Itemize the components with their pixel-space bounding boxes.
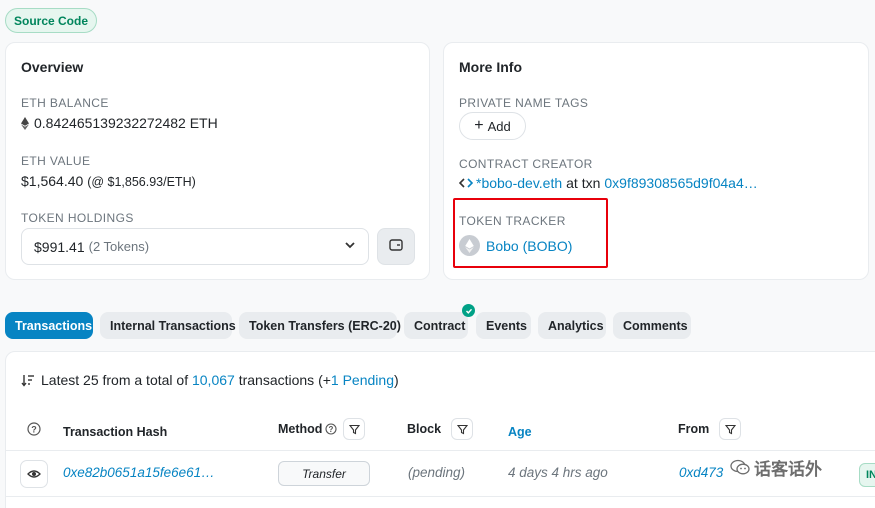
column-from: From: [678, 418, 742, 440]
row-divider: [6, 496, 875, 497]
tab-contract[interactable]: Contract: [404, 312, 468, 339]
chevron-down-icon: [344, 238, 356, 254]
block-filter-button[interactable]: [451, 418, 474, 440]
token-tracker-label: TOKEN TRACKER: [459, 214, 566, 228]
column-block: Block: [407, 418, 474, 440]
creator-name-link[interactable]: *bobo-dev.eth: [476, 175, 562, 191]
eth-value-label: ETH VALUE: [21, 154, 91, 168]
token-tracker-highlight: [453, 198, 608, 268]
eth-balance-value: 0.842465139232272482 ETH: [21, 115, 218, 131]
pending-transactions-link[interactable]: 1 Pending: [331, 372, 394, 388]
from-address-link[interactable]: 0xd473: [679, 465, 723, 480]
view-details-button[interactable]: [20, 460, 48, 488]
svg-text:?: ?: [329, 425, 334, 434]
token-holdings-label: TOKEN HOLDINGS: [21, 211, 134, 225]
private-name-tags-label: PRIVATE NAME TAGS: [459, 96, 589, 110]
wechat-icon: [730, 459, 750, 476]
tab-events[interactable]: Events: [476, 312, 531, 339]
transaction-hash-link[interactable]: 0xe82b0651a15fe6e61…: [63, 465, 215, 480]
eye-icon: [27, 469, 41, 479]
method-filter-button[interactable]: [343, 418, 366, 440]
header-divider: [6, 450, 875, 451]
age-value: 4 days 4 hrs ago: [508, 465, 608, 480]
creator-txn-link[interactable]: 0x9f89308565d9f04a4…: [604, 175, 757, 191]
help-icon[interactable]: ?: [27, 422, 41, 436]
verified-check-icon: [462, 304, 475, 317]
block-value: (pending): [408, 465, 466, 480]
tab-internal-transactions[interactable]: Internal Transactions: [100, 312, 236, 339]
info-icon: ?: [325, 423, 337, 435]
transactions-card: Latest 25 from a total of 10,067 transac…: [5, 351, 875, 508]
eth-value: $1,564.40 (@ $1,856.93/ETH): [21, 173, 196, 189]
token-logo-icon: [459, 235, 480, 256]
tab-token-transfers[interactable]: Token Transfers (ERC-20): [239, 312, 401, 339]
overview-title: Overview: [21, 59, 84, 75]
source-code-badge[interactable]: Source Code: [5, 8, 98, 33]
tab-analytics[interactable]: Analytics: [538, 312, 606, 339]
ethereum-icon: [21, 116, 29, 130]
code-icon: [459, 177, 473, 189]
more-info-title: More Info: [459, 59, 522, 75]
from-filter-button[interactable]: [719, 418, 742, 440]
overview-card: Overview ETH BALANCE 0.84246513923227248…: [5, 42, 430, 280]
wallet-icon: [389, 238, 403, 256]
wallet-button[interactable]: [377, 228, 415, 265]
more-info-card: More Info PRIVATE NAME TAGS + Add CONTRA…: [443, 42, 869, 280]
column-method: Method ?: [278, 418, 366, 440]
token-holdings-dropdown[interactable]: $991.41 (2 Tokens): [21, 228, 369, 265]
watermark: 话客话外: [730, 455, 822, 480]
eth-balance-label: ETH BALANCE: [21, 96, 109, 110]
svg-text:?: ?: [31, 425, 37, 435]
total-transactions-link[interactable]: 10,067: [192, 372, 235, 388]
token-tracker: Bobo (BOBO): [459, 235, 572, 256]
method-badge: Transfer: [278, 461, 370, 486]
direction-badge: IN: [859, 463, 875, 487]
column-transaction-hash: Transaction Hash: [63, 425, 168, 439]
tab-comments[interactable]: Comments: [613, 312, 691, 339]
contract-creator-label: CONTRACT CREATOR: [459, 157, 593, 171]
contract-creator: *bobo-dev.eth at txn 0x9f89308565d9f04a4…: [459, 175, 758, 191]
transactions-summary: Latest 25 from a total of 10,067 transac…: [21, 372, 399, 388]
column-age[interactable]: Age: [508, 425, 532, 439]
token-tracker-link[interactable]: Bobo (BOBO): [486, 238, 572, 254]
plus-icon: +: [474, 117, 484, 134]
add-tag-button[interactable]: + Add: [459, 112, 526, 140]
tab-transactions[interactable]: Transactions: [5, 312, 93, 339]
sort-icon: [21, 374, 35, 387]
